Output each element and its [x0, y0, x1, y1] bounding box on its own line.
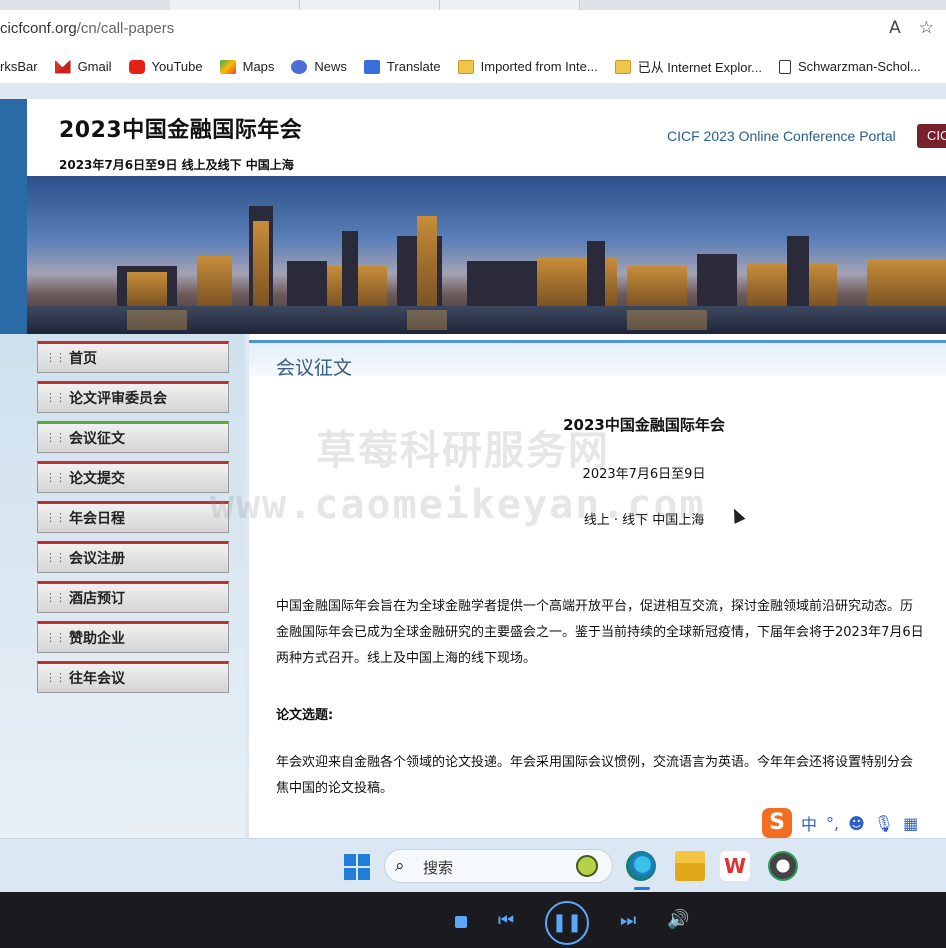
folder-icon — [614, 59, 631, 74]
news-icon — [291, 59, 308, 74]
gmail-icon — [54, 59, 71, 74]
previous-icon[interactable]: ⏮ — [498, 910, 514, 931]
read-aloud-icon[interactable]: A — [889, 18, 901, 38]
intro-paragraph: 中国金融国际年会旨在为全球金融学者提供一个高端开放平台，促进相互交流，探讨金融领… — [276, 599, 924, 666]
keyboard-icon[interactable]: ▦ — [903, 814, 918, 833]
edge-browser-icon[interactable] — [626, 851, 656, 881]
address-bar-actions: A ☆ — [889, 18, 934, 38]
topics-paragraph: 年会欢迎来自金融各个领域的论文投递。年会采用国际会议惯例，交流语言为英语。今年年… — [276, 755, 914, 796]
translate-icon — [363, 59, 380, 74]
media-controls-bar: ⏮ ❚❚ ⏭ 🔊 — [0, 892, 946, 948]
search-highlight-icon — [576, 855, 598, 877]
bookmark-folder[interactable]: Imported from Inte... — [457, 59, 598, 74]
grip-icon: ⋮⋮ — [45, 551, 66, 564]
nav-item-past-conferences[interactable]: ⋮⋮ 往年会议 — [37, 661, 229, 693]
volume-icon[interactable]: 🔊 — [667, 909, 689, 930]
pause-icon[interactable]: ❚❚ — [545, 901, 589, 945]
section-title: 会议征文 — [276, 357, 353, 379]
stop-icon[interactable] — [455, 916, 467, 928]
grip-icon: ⋮⋮ — [45, 431, 66, 444]
browser-tab[interactable] — [170, 0, 300, 10]
grip-icon: ⋮⋮ — [45, 391, 66, 404]
url-text[interactable]: cicfconf.org/cn/call-papers — [0, 20, 174, 37]
app-icon[interactable] — [768, 851, 798, 881]
address-bar[interactable]: cicfconf.org/cn/call-papers A ☆ — [0, 10, 946, 50]
nav-item-sponsors[interactable]: ⋮⋮ 赞助企业 — [37, 621, 229, 653]
bookmark-item[interactable]: YouTube — [128, 59, 203, 74]
portal-button[interactable]: CIC — [917, 124, 946, 148]
bookmark-item[interactable]: Maps — [219, 59, 274, 74]
grip-icon: ⋮⋮ — [45, 631, 66, 644]
taskbar: ⌕ 搜索 W — [0, 838, 946, 892]
wps-office-icon[interactable]: W — [720, 851, 750, 881]
screen: cicfconf.org/cn/call-papers A ☆ rksBar G… — [0, 0, 946, 948]
bookmark-item[interactable]: Gmail — [54, 59, 112, 74]
content-header: 会议征文 — [249, 340, 946, 379]
nav-item-review-committee[interactable]: ⋮⋮ 论文评审委员会 — [37, 381, 229, 413]
side-nav: ⋮⋮ 首页 ⋮⋮ 论文评审委员会 ⋮⋮ 会议征文 ⋮⋮ 论文提交 ⋮⋮ 年会日程 ⋮⋮ 会议… — [37, 341, 229, 701]
search-icon: ⌕ — [395, 856, 405, 876]
microphone-icon[interactable]: 🎙 — [874, 814, 894, 833]
nav-item-call-papers[interactable]: ⋮⋮ 会议征文 — [37, 421, 229, 453]
grip-icon: ⋮⋮ — [45, 471, 66, 484]
topics-heading: 论文选题: — [276, 708, 334, 723]
left-accent-band — [0, 99, 27, 334]
bookmark-item[interactable]: Translate — [363, 59, 441, 74]
youtube-icon — [128, 59, 145, 74]
browser-tab[interactable] — [300, 0, 440, 10]
ime-toolbar: S 中 °, ☻ 🎙 ▦ — [758, 806, 946, 840]
emoji-icon[interactable]: ☻ — [848, 814, 865, 833]
bookmark-folder[interactable]: 已从 Internet Explor... — [614, 57, 762, 76]
file-explorer-icon[interactable] — [675, 851, 705, 881]
skyline-banner — [27, 176, 946, 334]
favorite-star-icon[interactable]: ☆ — [919, 18, 934, 38]
nav-item-submission[interactable]: ⋮⋮ 论文提交 — [37, 461, 229, 493]
portal-link[interactable]: CICF 2023 Online Conference Portal — [667, 128, 896, 144]
browser-tab[interactable] — [440, 0, 580, 10]
sogou-logo-icon[interactable]: S — [762, 808, 792, 838]
grip-icon: ⋮⋮ — [45, 591, 66, 604]
bookmarks-bar: rksBar Gmail YouTube Maps News Translate… — [0, 50, 946, 84]
nav-item-hotel[interactable]: ⋮⋮ 酒店预订 — [37, 581, 229, 613]
active-app-indicator — [634, 887, 650, 890]
site-title: 2023中国金融国际年会 — [59, 118, 303, 143]
ime-punctuation-toggle[interactable]: °, — [826, 814, 839, 833]
document-icon — [778, 59, 791, 74]
nav-item-home[interactable]: ⋮⋮ 首页 — [37, 341, 229, 373]
taskbar-search[interactable]: ⌕ 搜索 — [384, 849, 613, 883]
grip-icon: ⋮⋮ — [45, 511, 66, 524]
bookmark-item[interactable]: rksBar — [0, 59, 38, 74]
nav-item-program[interactable]: ⋮⋮ 年会日程 — [37, 501, 229, 533]
nav-item-registration[interactable]: ⋮⋮ 会议注册 — [37, 541, 229, 573]
folder-icon — [457, 59, 474, 74]
browser-tab-strip — [0, 0, 946, 10]
bookmark-item[interactable]: Schwarzman-Schol... — [778, 59, 921, 74]
grip-icon: ⋮⋮ — [45, 671, 66, 684]
maps-icon — [219, 59, 236, 74]
grip-icon: ⋮⋮ — [45, 351, 66, 364]
bookmark-item[interactable]: News — [291, 59, 347, 74]
watermark-text: 草莓科研服务网 — [316, 428, 610, 474]
main-content: 会议征文 2023中国金融国际年会 2023年7月6日至9日 线上 · 线下 中… — [249, 334, 946, 838]
site-subtitle: 2023年7月6日至9日 线上及线下 中国上海 — [59, 158, 294, 172]
windows-start-icon[interactable] — [344, 854, 370, 880]
next-icon[interactable]: ⏭ — [620, 910, 636, 931]
ime-language-toggle[interactable]: 中 — [801, 811, 817, 835]
watermark-url: www.caomeikeyan.com — [210, 482, 706, 528]
site-header: 2023中国金融国际年会 2023年7月6日至9日 线上及线下 中国上海 CIC… — [27, 99, 946, 179]
